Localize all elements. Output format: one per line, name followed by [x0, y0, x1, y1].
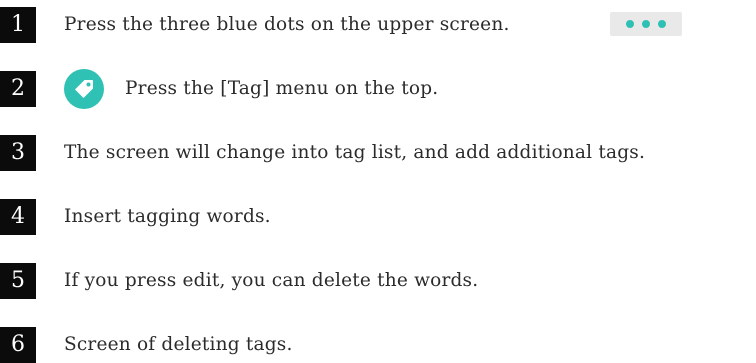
step-text-1: Press the three blue dots on the upper s…	[64, 14, 510, 35]
step-2: 2 Press the [Tag] menu on the top.	[0, 69, 756, 109]
step-number-2: 2	[0, 71, 36, 107]
step-number-5: 5	[0, 263, 36, 299]
dot-icon	[642, 20, 650, 28]
step-number-4: 4	[0, 199, 36, 235]
dot-icon	[626, 20, 634, 28]
step-text-4: Insert tagging words.	[64, 206, 271, 227]
step-number-6: 6	[0, 327, 36, 363]
step-6: 6 Screen of deleting tags.	[0, 327, 756, 363]
step-1: 1 Press the three blue dots on the upper…	[0, 7, 756, 43]
step-5: 5 If you press edit, you can delete the …	[0, 263, 756, 299]
step-4: 4 Insert tagging words.	[0, 199, 756, 235]
dot-icon	[658, 20, 666, 28]
step-text-6: Screen of deleting tags.	[64, 334, 293, 355]
step-text-2: Press the [Tag] menu on the top.	[125, 78, 439, 99]
step-text-3: The screen will change into tag list, an…	[64, 142, 646, 163]
step-number-3: 3	[0, 135, 36, 171]
step-number-1: 1	[0, 7, 36, 43]
step-3: 3 The screen will change into tag list, …	[0, 135, 756, 171]
tag-icon	[64, 69, 104, 109]
step-text-5: If you press edit, you can delete the wo…	[64, 270, 479, 291]
three-dots-icon	[610, 12, 682, 36]
